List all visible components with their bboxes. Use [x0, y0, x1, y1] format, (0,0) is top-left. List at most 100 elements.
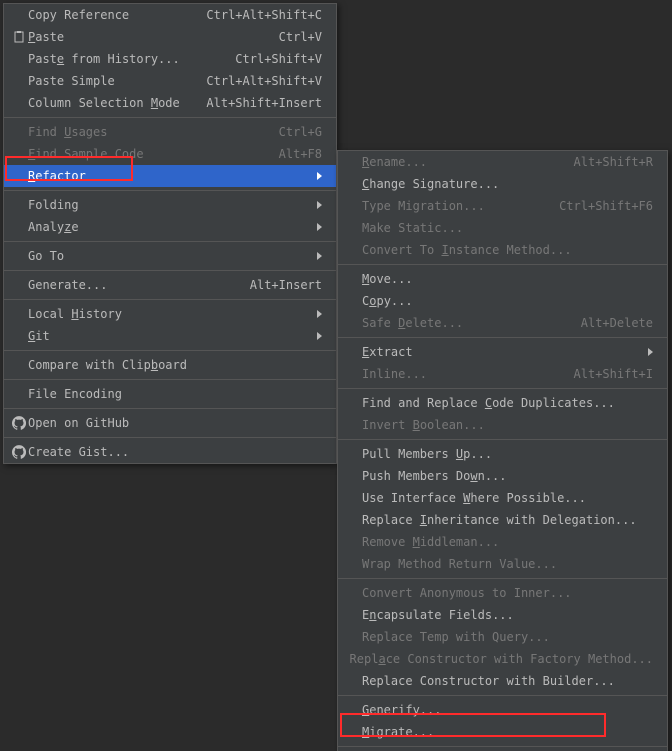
main_menu-separator	[4, 241, 336, 242]
main_menu-item-local-history[interactable]: Local History	[4, 303, 336, 325]
menu-item-label: Move...	[362, 272, 413, 286]
main_menu-item-folding[interactable]: Folding	[4, 194, 336, 216]
sub_menu-separator	[338, 337, 667, 338]
sub_menu-item-use-interface-where-possible[interactable]: Use Interface Where Possible...	[338, 487, 667, 509]
sub_menu-item-type-migration: Type Migration... Ctrl+Shift+F6	[338, 195, 667, 217]
submenu-arrow-icon	[648, 348, 653, 356]
menu-item-shortcut: Alt+Shift+Insert	[206, 96, 322, 110]
main_menu-item-column-selection-mode[interactable]: Column Selection Mode Alt+Shift+Insert	[4, 92, 336, 114]
main_menu-separator	[4, 408, 336, 409]
sub_menu-item-replace-constructor-with-builder[interactable]: Replace Constructor with Builder...	[338, 670, 667, 692]
submenu-arrow-icon	[317, 252, 322, 260]
menu-item-label: Copy Reference	[28, 8, 129, 22]
menu-item-shortcut: Alt+Delete	[581, 316, 653, 330]
menu-item-label: Migrate...	[362, 725, 434, 739]
main_menu-separator	[4, 350, 336, 351]
menu-item-label: Make Static...	[362, 221, 463, 235]
sub_menu-item-rename: Rename...Alt+Shift+R	[338, 151, 667, 173]
github-icon	[10, 445, 28, 459]
main_menu-item-create-gist[interactable]: Create Gist...	[4, 441, 336, 463]
main_menu-item-paste-from-history[interactable]: Paste from History...Ctrl+Shift+V	[4, 48, 336, 70]
menu-item-label: Encapsulate Fields...	[362, 608, 514, 622]
menu-item-label: Convert To Instance Method...	[362, 243, 572, 257]
sub_menu-item-safe-delete: Safe Delete...Alt+Delete	[338, 312, 667, 334]
menu-item-shortcut: Ctrl+Alt+Shift+C	[206, 8, 322, 22]
github-icon	[10, 416, 28, 430]
context-menu-main: Copy ReferenceCtrl+Alt+Shift+CPasteCtrl+…	[3, 3, 337, 464]
sub_menu-separator	[338, 388, 667, 389]
menu-item-label: Compare with Clipboard	[28, 358, 187, 372]
main_menu-item-copy-reference[interactable]: Copy Reference Ctrl+Alt+Shift+C	[4, 4, 336, 26]
sub_menu-item-convert-anonymous-to-inner: Convert Anonymous to Inner...	[338, 582, 667, 604]
sub_menu-item-encapsulate-fields[interactable]: Encapsulate Fields...	[338, 604, 667, 626]
sub_menu-item-replace-inheritance-with-delegation[interactable]: Replace Inheritance with Delegation...	[338, 509, 667, 531]
menu-item-label: Convert Anonymous to Inner...	[362, 586, 572, 600]
menu-item-shortcut: Ctrl+Shift+V	[235, 52, 322, 66]
main_menu-item-go-to[interactable]: Go To	[4, 245, 336, 267]
menu-item-label: Copy...	[362, 294, 413, 308]
main_menu-item-find-sample-code: Find Sample CodeAlt+F8	[4, 143, 336, 165]
menu-item-label: Create Gist...	[28, 445, 129, 459]
paste-icon	[10, 30, 28, 44]
menu-item-label: Type Migration...	[362, 199, 485, 213]
sub_menu-item-push-members-down[interactable]: Push Members Down...	[338, 465, 667, 487]
sub_menu-item-make-static: Make Static...	[338, 217, 667, 239]
main_menu-item-git[interactable]: Git	[4, 325, 336, 347]
menu-item-label: Replace Inheritance with Delegation...	[362, 513, 637, 527]
submenu-arrow-icon	[317, 332, 322, 340]
menu-item-label: Paste	[28, 30, 64, 44]
main_menu-item-open-on-github[interactable]: Open on GitHub	[4, 412, 336, 434]
main_menu-separator	[4, 379, 336, 380]
menu-item-label: Generate...	[28, 278, 107, 292]
menu-item-label: Pull Members Up...	[362, 447, 492, 461]
sub_menu-item-change-signature[interactable]: Change Signature...	[338, 173, 667, 195]
sub_menu-item-move[interactable]: Move...	[338, 268, 667, 290]
menu-item-label: Column Selection Mode	[28, 96, 180, 110]
menu-item-label: Find Usages	[28, 125, 107, 139]
main_menu-separator	[4, 190, 336, 191]
menu-item-label: Local History	[28, 307, 122, 321]
menu-item-label: Extract	[362, 345, 413, 359]
main_menu-item-analyze[interactable]: Analyze	[4, 216, 336, 238]
main_menu-item-paste[interactable]: PasteCtrl+V	[4, 26, 336, 48]
sub_menu-item-find-and-replace-code-duplicates[interactable]: Find and Replace Code Duplicates...	[338, 392, 667, 414]
menu-item-label: Wrap Method Return Value...	[362, 557, 557, 571]
sub_menu-item-convert-to-instance-method: Convert To Instance Method...	[338, 239, 667, 261]
context-menu-refactor: Rename...Alt+Shift+RChange Signature...T…	[337, 150, 668, 751]
sub_menu-item-pull-members-up[interactable]: Pull Members Up...	[338, 443, 667, 465]
main_menu-item-compare-with-clipboard[interactable]: Compare with Clipboard	[4, 354, 336, 376]
menu-item-label: Rename...	[362, 155, 427, 169]
menu-item-label: Generify...	[362, 703, 441, 717]
menu-item-label: Use Interface Where Possible...	[362, 491, 586, 505]
menu-item-label: Analyze	[28, 220, 79, 234]
main_menu-item-refactor[interactable]: Refactor	[4, 165, 336, 187]
sub_menu-separator	[338, 746, 667, 747]
sub_menu-item-migrate[interactable]: Migrate...	[338, 721, 667, 743]
menu-item-label: Folding	[28, 198, 79, 212]
submenu-arrow-icon	[317, 201, 322, 209]
sub_menu-item-wrap-method-return-value: Wrap Method Return Value...	[338, 553, 667, 575]
menu-item-shortcut: Ctrl+Shift+F6	[559, 199, 653, 213]
menu-item-label: Git	[28, 329, 50, 343]
menu-item-label: Invert Boolean...	[362, 418, 485, 432]
sub_menu-separator	[338, 578, 667, 579]
main_menu-item-generate[interactable]: Generate... Alt+Insert	[4, 274, 336, 296]
menu-item-shortcut: Alt+Insert	[250, 278, 322, 292]
sub_menu-separator	[338, 439, 667, 440]
menu-item-shortcut: Alt+F8	[279, 147, 322, 161]
menu-item-label: Go To	[28, 249, 64, 263]
main_menu-separator	[4, 270, 336, 271]
sub_menu-item-generify[interactable]: Generify...	[338, 699, 667, 721]
menu-item-label: Refactor	[28, 169, 86, 183]
menu-item-label: Paste Simple	[28, 74, 115, 88]
menu-item-label: Replace Constructor with Factory Method.…	[350, 652, 653, 666]
sub_menu-separator	[338, 264, 667, 265]
sub_menu-item-copy[interactable]: Copy...	[338, 290, 667, 312]
main_menu-item-paste-simple[interactable]: Paste SimpleCtrl+Alt+Shift+V	[4, 70, 336, 92]
main_menu-item-file-encoding[interactable]: File Encoding	[4, 383, 336, 405]
menu-item-label: Open on GitHub	[28, 416, 129, 430]
menu-item-shortcut: Alt+Shift+I	[574, 367, 653, 381]
menu-item-label: Push Members Down...	[362, 469, 507, 483]
sub_menu-item-extract[interactable]: Extract	[338, 341, 667, 363]
sub_menu-item-replace-constructor-with-factory-method: Replace Constructor with Factory Method.…	[338, 648, 667, 670]
